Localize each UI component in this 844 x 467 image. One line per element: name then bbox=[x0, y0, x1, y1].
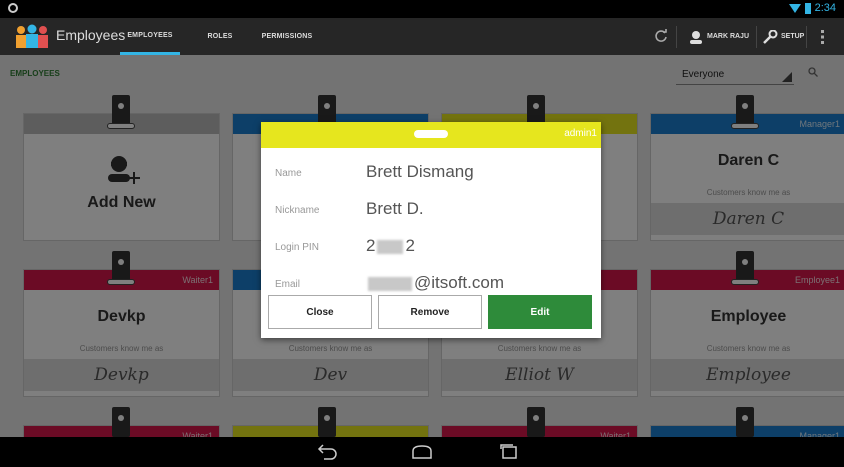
navigation-bar bbox=[0, 437, 844, 467]
name-field: Name Brett Dismang bbox=[275, 162, 595, 190]
battery-icon bbox=[804, 2, 811, 14]
recent-apps-icon[interactable] bbox=[498, 443, 520, 461]
employees-logo-icon[interactable] bbox=[14, 24, 52, 48]
divider bbox=[806, 26, 807, 48]
tab-roles-label: ROLES bbox=[207, 33, 233, 40]
field-label: Login PIN bbox=[275, 242, 319, 253]
main-content: EMPLOYEES Everyone Add New Manager1 Dare… bbox=[0, 55, 844, 437]
edit-button[interactable]: Edit bbox=[488, 295, 592, 329]
close-label: Close bbox=[306, 306, 334, 318]
status-bar: 2:34 bbox=[0, 0, 844, 18]
wifi-icon bbox=[788, 3, 801, 13]
field-value: @itsoft.com bbox=[366, 273, 504, 293]
redacted-block bbox=[368, 276, 412, 291]
field-value: Brett Dismang bbox=[366, 162, 474, 181]
pin-suffix: 2 bbox=[405, 236, 415, 255]
login-pin-field: Login PIN 22 bbox=[275, 236, 595, 264]
divider bbox=[756, 26, 757, 48]
setup-label: SETUP bbox=[781, 33, 805, 40]
user-menu[interactable]: MARK RAJU bbox=[688, 18, 749, 55]
back-icon[interactable] bbox=[316, 443, 338, 461]
field-value: 22 bbox=[366, 236, 415, 256]
redacted-block bbox=[377, 239, 404, 254]
dialog-header: admin1 bbox=[261, 122, 601, 148]
clock: 2:34 bbox=[814, 2, 836, 14]
home-icon[interactable] bbox=[410, 443, 434, 461]
close-button[interactable]: Close bbox=[268, 295, 372, 329]
field-label: Email bbox=[275, 279, 301, 290]
user-name: MARK RAJU bbox=[707, 33, 749, 40]
email-domain: @itsoft.com bbox=[414, 273, 504, 292]
dialog-role: admin1 bbox=[564, 128, 597, 139]
tab-permissions-label: PERMISSIONS bbox=[261, 33, 313, 40]
status-right: 2:34 bbox=[788, 2, 836, 14]
field-value: Brett D. bbox=[366, 199, 424, 218]
user-icon bbox=[690, 30, 702, 44]
remove-button[interactable]: Remove bbox=[378, 295, 482, 329]
tab-roles[interactable]: ROLES bbox=[195, 18, 245, 55]
edit-label: Edit bbox=[530, 306, 550, 318]
tab-permissions[interactable]: PERMISSIONS bbox=[252, 18, 322, 55]
wrench-icon bbox=[763, 29, 778, 44]
remove-label: Remove bbox=[410, 306, 450, 318]
drag-handle[interactable] bbox=[414, 130, 448, 138]
tab-employees[interactable]: EMPLOYEES bbox=[120, 18, 180, 55]
tab-employees-label: EMPLOYEES bbox=[127, 31, 173, 39]
sync-icon[interactable] bbox=[654, 29, 668, 43]
app-title: Employees bbox=[56, 27, 126, 43]
overflow-menu-icon[interactable] bbox=[820, 29, 826, 45]
field-label: Nickname bbox=[275, 205, 320, 216]
pin-prefix: 2 bbox=[366, 236, 376, 255]
notification-icon bbox=[8, 3, 18, 13]
divider bbox=[676, 26, 677, 48]
setup-button[interactable]: SETUP bbox=[762, 18, 804, 55]
action-bar: Employees EMPLOYEES ROLES PERMISSIONS MA… bbox=[0, 18, 844, 55]
field-label: Name bbox=[275, 168, 302, 179]
nickname-field: Nickname Brett D. bbox=[275, 199, 595, 227]
